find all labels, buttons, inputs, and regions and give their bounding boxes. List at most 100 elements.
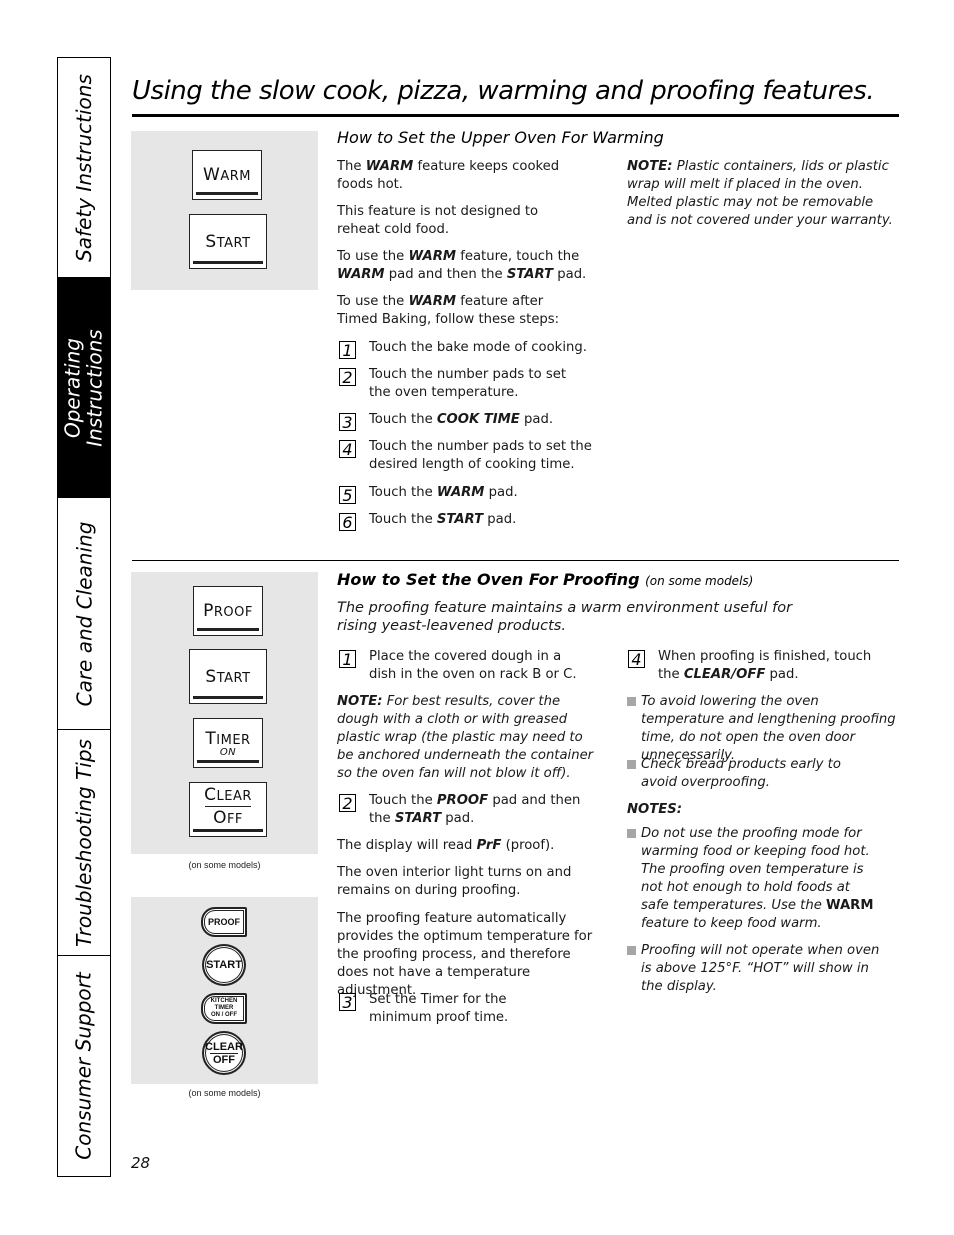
page-title: Using the slow cook, pizza, warming and …	[132, 76, 875, 106]
pad-label: START	[205, 666, 251, 687]
title-rule	[132, 114, 899, 117]
warm-timed-text: To use the WARM feature after Timed Baki…	[337, 294, 560, 327]
warm-step-3: 3 Touch the COOK TIME pad.	[339, 411, 553, 431]
bullet-text: Check bread products early to avoid over…	[641, 757, 841, 790]
section-tabs: Safety Instructions Operating Instructio…	[57, 57, 111, 1177]
tab-safety-instructions[interactable]: Safety Instructions	[58, 58, 110, 278]
proof-pad[interactable]: PROOF	[193, 586, 263, 636]
tab-troubleshooting-tips[interactable]: Troubleshooting Tips	[58, 730, 110, 956]
bullet-square-icon	[627, 829, 636, 838]
proof-step-1: 1 Place the covered dough in a dish in t…	[339, 648, 589, 684]
warm-usage-text: To use the WARM feature, touch the WARM …	[337, 249, 587, 282]
bullet-square-icon	[627, 697, 636, 706]
pad-label: PROOF	[207, 917, 240, 927]
bullet-text: Proofing will not operate when oven is a…	[641, 943, 880, 994]
warm-step-6: 6 Touch the START pad.	[339, 511, 516, 531]
pad-label-line1: CLEAR	[205, 1040, 243, 1053]
pad-label-line2: TIMER	[214, 1005, 234, 1011]
bullet-text: To avoid lowering the oven temperature a…	[641, 694, 896, 763]
step-number: 2	[339, 794, 356, 812]
tab-label-line1: Operating	[61, 337, 85, 438]
step-number: 4	[339, 440, 356, 458]
pad-label: TIMER	[205, 728, 251, 749]
pad-label-line1: KITCHEN	[210, 998, 238, 1004]
step-number: 4	[628, 650, 645, 668]
pad-sublabel: ON	[219, 746, 237, 758]
bullet-square-icon	[627, 760, 636, 769]
proofing-cover-note: NOTE: For best results, cover the dough …	[337, 694, 594, 781]
tab-care-and-cleaning[interactable]: Care and Cleaning	[58, 498, 110, 730]
pad-divider	[205, 806, 251, 807]
tab-label: Consumer Support	[72, 972, 96, 1160]
step-number: 3	[339, 993, 356, 1011]
step-number: 1	[339, 650, 356, 668]
proof-step-3: 3 Set the Timer for the minimum proof ti…	[339, 991, 569, 1027]
step-text: Touch the number pads to set the desired…	[369, 439, 592, 472]
tab-label-line2: Instructions	[83, 328, 107, 447]
proofing-heading: How to Set the Oven For Proofing (on som…	[337, 570, 754, 589]
tab-consumer-support[interactable]: Consumer Support	[58, 956, 110, 1176]
warming-heading: How to Set the Upper Oven For Warming	[337, 128, 664, 147]
alt-pads-caption: (on some models)	[188, 1088, 261, 1098]
step-text: Set the Timer for the minimum proof time…	[369, 992, 509, 1025]
pad-label: START	[205, 231, 251, 252]
warm-plastic-note: NOTE: Plastic containers, lids or plasti…	[627, 159, 893, 228]
warm-step-2: 2 Touch the number pads to set the oven …	[339, 366, 569, 402]
pad-label-line3: ON / OFF	[211, 1012, 237, 1018]
step-text: Touch the COOK TIME pad.	[369, 412, 554, 427]
warm-pads-panel: WARM START	[131, 131, 318, 290]
step-text: When proofing is finished, touch the CLE…	[658, 649, 872, 682]
pad-label: START	[206, 959, 242, 971]
step-text: Touch the START pad.	[369, 512, 517, 527]
proof-step-4: 4 When proofing is finished, touch the C…	[628, 648, 878, 684]
timer-on-pad[interactable]: TIMER ON	[193, 718, 263, 768]
pad-label: WARM	[203, 165, 251, 185]
warm-reheat-text: This feature is not designed to reheat c…	[337, 204, 539, 237]
warm-step-1: 1 Touch the bake mode of cooking.	[339, 339, 609, 359]
warm-intro: The WARM feature keeps cooked foods hot.	[337, 159, 560, 192]
light-text: The oven interior light turns on and rem…	[337, 865, 572, 898]
warm-pad[interactable]: WARM	[192, 150, 262, 200]
step-number: 1	[339, 341, 356, 359]
step-number: 2	[339, 368, 356, 386]
tab-label: Troubleshooting Tips	[72, 738, 97, 947]
clear-off-pad[interactable]: CLEAR OFF	[189, 782, 267, 837]
bullet-item: To avoid lowering the oven temperature a…	[627, 693, 897, 765]
warm-step-4: 4 Touch the number pads to set the desir…	[339, 438, 599, 474]
step-number: 3	[339, 413, 356, 431]
notes-label: NOTES:	[627, 802, 683, 817]
note-item: Do not use the proofing mode for warming…	[627, 825, 881, 933]
alt-pads-panel: PROOF START KITCHEN TIMER ON / OFF CLEAR…	[131, 897, 318, 1084]
tab-label: Operating Instructions	[61, 328, 107, 447]
proof-step-2: 2 Touch the PROOF pad and then the START…	[339, 792, 589, 828]
proof-pads-panel: PROOF START TIMER ON CLEAR OFF	[131, 572, 318, 854]
page-number: 28	[131, 1154, 151, 1172]
step-text: Touch the number pads to set the oven te…	[369, 367, 567, 400]
pads-caption: (on some models)	[188, 860, 261, 870]
pad-label: CLEAR	[204, 785, 252, 805]
bullet-square-icon	[627, 946, 636, 955]
pad-label: PROOF	[203, 601, 253, 621]
pad-label-2: OFF	[213, 808, 243, 828]
start-pad[interactable]: START	[189, 214, 267, 269]
alt-clear-off-pad[interactable]: CLEAR OFF	[202, 1031, 246, 1075]
tab-label: Safety Instructions	[72, 73, 97, 262]
step-number: 6	[339, 513, 356, 531]
start-pad[interactable]: START	[189, 649, 267, 704]
step-text: Touch the PROOF pad and then the START p…	[369, 793, 581, 826]
alt-kitchen-timer-pad[interactable]: KITCHEN TIMER ON / OFF	[201, 993, 247, 1024]
tab-operating-instructions[interactable]: Operating Instructions	[58, 278, 110, 498]
step-number: 5	[339, 486, 356, 504]
alt-start-pad[interactable]: START	[202, 944, 246, 986]
auto-temp-text: The proofing feature automatically provi…	[337, 911, 593, 998]
alt-proof-pad[interactable]: PROOF	[201, 907, 247, 937]
bullet-text: Do not use the proofing mode for warming…	[641, 826, 874, 931]
bullet-item: Check bread products early to avoid over…	[627, 756, 881, 792]
heading-suffix: (on some models)	[645, 574, 754, 588]
note-item: Proofing will not operate when oven is a…	[627, 942, 881, 996]
section-divider	[132, 560, 899, 561]
pad-label-line2: OFF	[213, 1053, 235, 1066]
step-text: Touch the WARM pad.	[369, 485, 518, 500]
display-text: The display will read PrF (proof).	[337, 838, 555, 853]
proofing-intro: The proofing feature maintains a warm en…	[337, 600, 793, 634]
